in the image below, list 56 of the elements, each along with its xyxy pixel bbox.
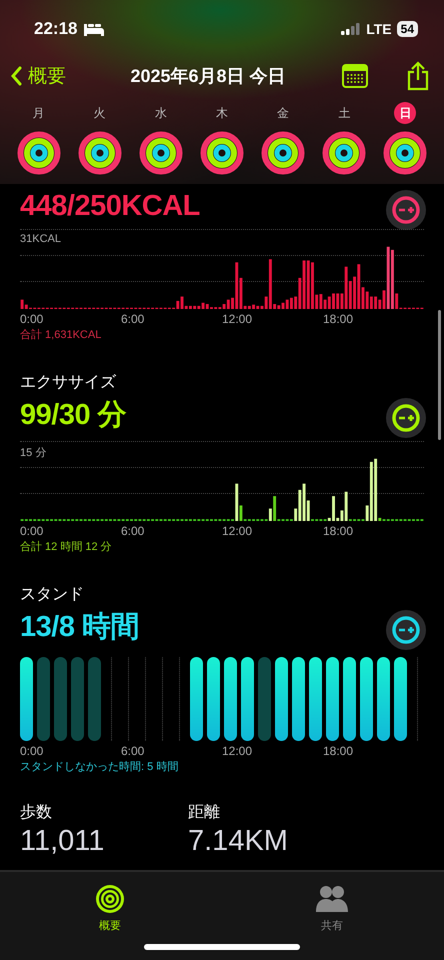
- exercise-value: 99/30 分: [20, 398, 126, 433]
- axis-label: 0:00: [20, 312, 44, 326]
- stand-value: 13/8 時間: [20, 610, 139, 645]
- move-value: 448/250KCAL: [20, 190, 200, 223]
- axis-label: 6:00: [121, 312, 146, 326]
- exercise-total: 合計 12 時間 12 分: [20, 540, 113, 554]
- stat-label: 歩数: [20, 802, 53, 823]
- calendar-icon[interactable]: [342, 64, 368, 88]
- day-label[interactable]: 月: [28, 102, 50, 124]
- date-title: 2025年6月8日 今日: [129, 65, 287, 88]
- share-icon[interactable]: [406, 61, 430, 91]
- day-label[interactable]: 土: [333, 102, 356, 124]
- stat-value: 11,011: [20, 825, 106, 858]
- axis-label: 6:00: [121, 524, 146, 538]
- day-label[interactable]: 木: [210, 102, 233, 124]
- axis-label: 0:00: [20, 744, 44, 758]
- people-icon: [315, 884, 349, 914]
- move-total: 合計 1,631KCAL: [20, 328, 102, 342]
- adjust-goal-button[interactable]: [386, 610, 426, 650]
- axis-label: 12:00: [222, 312, 254, 326]
- axis-label: 12:00: [222, 524, 254, 538]
- day-label[interactable]: 水: [150, 102, 172, 124]
- axis-max-label: 31KCAL: [20, 233, 61, 245]
- exercise-title: エクササイズ: [20, 373, 117, 393]
- tab[interactable]: 概要: [55, 884, 165, 933]
- chevron-left-icon: [10, 66, 22, 86]
- battery-level: 54: [396, 21, 418, 37]
- activity-rings-icon[interactable]: [382, 130, 428, 176]
- activity-rings-icon[interactable]: [260, 130, 306, 176]
- axis-label: 6:00: [121, 744, 146, 758]
- axis-label: 12:00: [222, 744, 254, 758]
- day-label[interactable]: 日: [394, 102, 416, 124]
- signal-icon: [341, 23, 362, 35]
- axis-label: 18:00: [323, 312, 354, 326]
- activity-rings-icon: [95, 884, 125, 914]
- stat-label: 距離: [188, 803, 221, 823]
- stat-value: 7.14KM: [188, 825, 289, 858]
- axis-max-label: 15 分: [20, 446, 46, 460]
- axis-label: 18:00: [323, 524, 354, 538]
- activity-rings-icon[interactable]: [16, 130, 62, 176]
- activity-rings-icon[interactable]: [138, 130, 184, 176]
- activity-rings-icon[interactable]: [76, 130, 123, 176]
- activity-rings-icon[interactable]: [321, 130, 368, 176]
- day-label[interactable]: 火: [88, 102, 111, 124]
- status-time: 22:18: [34, 19, 78, 39]
- day-label[interactable]: 金: [272, 102, 294, 124]
- axis-label: 18:00: [323, 744, 354, 758]
- adjust-goal-button[interactable]: [386, 398, 426, 438]
- axis-label: 0:00: [20, 524, 44, 538]
- stand-title: スタンド: [20, 585, 85, 605]
- back-button[interactable]: 概要: [10, 63, 66, 89]
- activity-rings-icon[interactable]: [198, 130, 245, 176]
- tab[interactable]: 共有: [275, 884, 389, 933]
- bed-icon: [83, 22, 106, 36]
- network-label: LTE: [366, 21, 392, 37]
- stand-note: スタンドしなかった時間: 5 時間: [20, 760, 180, 774]
